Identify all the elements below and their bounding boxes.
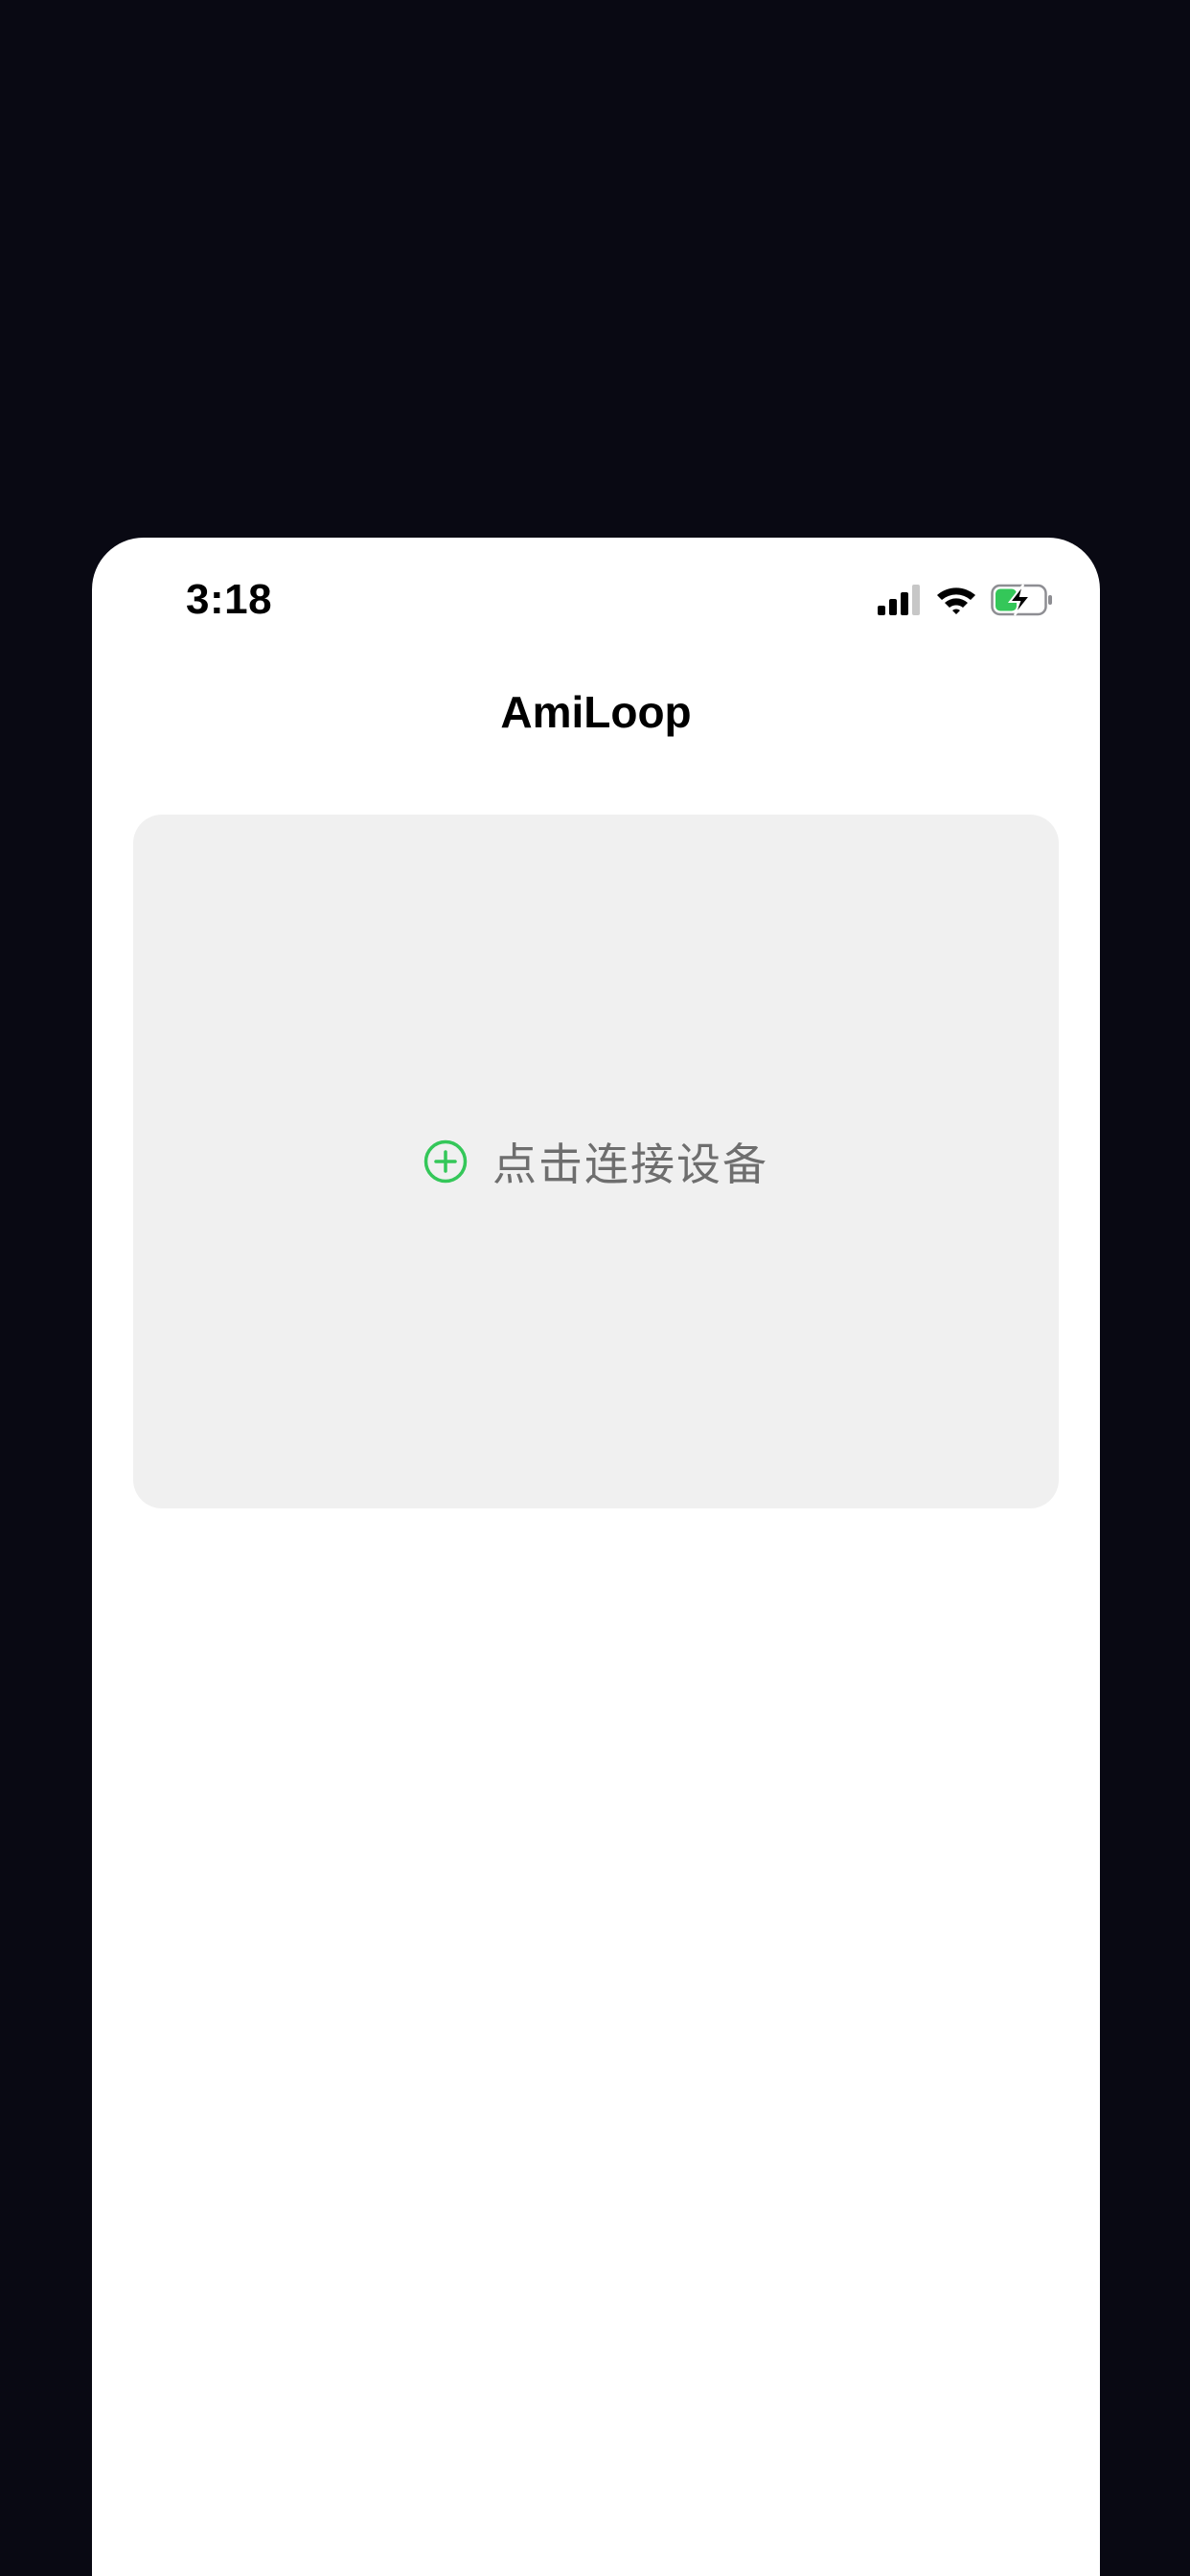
battery-charging-icon — [991, 584, 1054, 616]
add-circle-icon — [423, 1139, 468, 1184]
status-time: 3:18 — [186, 576, 273, 623]
connect-device-label: 点击连接设备 — [492, 1138, 768, 1190]
status-icons — [878, 584, 1054, 616]
cellular-signal-icon — [878, 585, 922, 615]
wifi-icon — [935, 585, 977, 615]
status-bar: 3:18 — [92, 538, 1100, 662]
app-sheet: 3:18 AmiLoop 点击连接设备 — [92, 538, 1100, 2576]
page-title: AmiLoop — [500, 687, 692, 737]
connect-device-content: 点击连接设备 — [133, 815, 1059, 1508]
connect-device-card[interactable]: 点击连接设备 — [133, 815, 1059, 1508]
